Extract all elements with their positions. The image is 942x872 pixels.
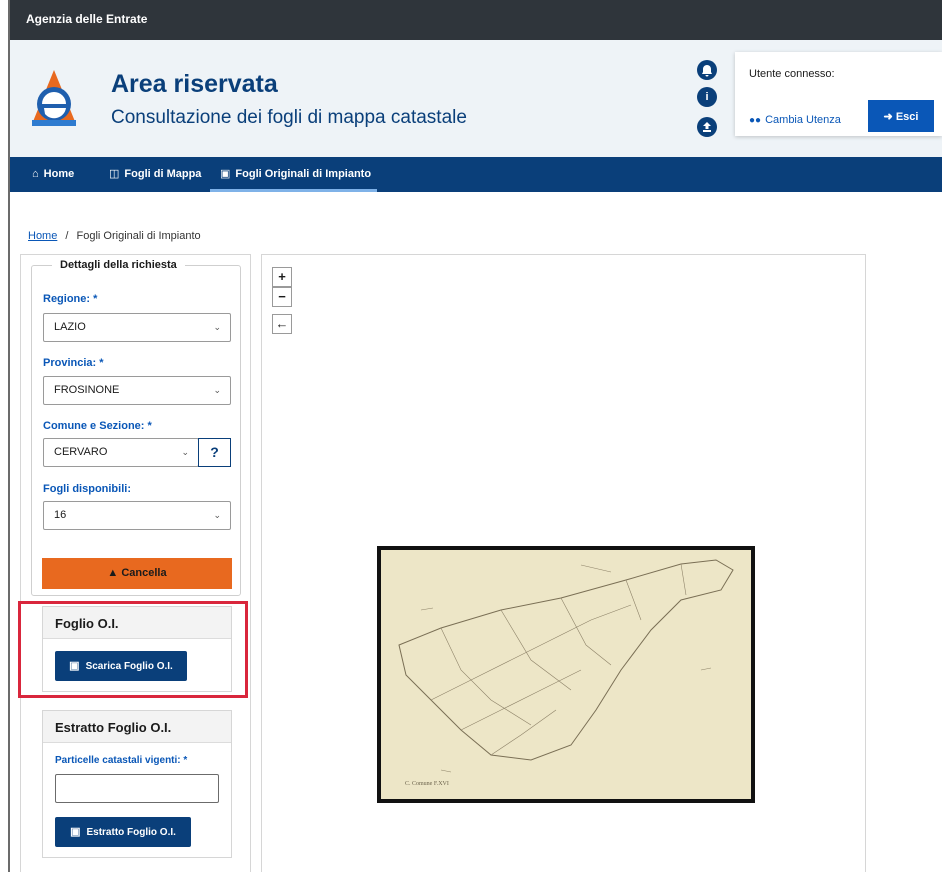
window-frame-left [8,0,10,872]
download-foglio-label: Scarica Foglio O.I. [85,661,173,672]
chevron-down-icon: ⌄ [213,385,221,395]
region-label: Regione: * [43,293,98,305]
request-column: Dettagli della richiesta Regione: * LAZI… [20,254,251,872]
map-parcel-drawing: C. Comune F.XVI [398,559,734,787]
fogli-label: Fogli disponibili: [43,483,131,495]
bell-icon[interactable] [697,60,717,80]
cancel-label: Cancella [121,567,167,579]
users-icon: ●● [749,115,762,126]
request-details-fieldset: Dettagli della richiesta Regione: * LAZI… [31,259,241,596]
estratto-card: Estratto Foglio O.I. Particelle catastal… [42,710,232,858]
request-details-legend: Dettagli della richiesta [52,259,185,271]
info-icon[interactable]: i [697,87,717,107]
image-icon: ▣ [220,168,231,180]
chevron-down-icon: ⌄ [213,322,221,332]
header: Area riservata Consultazione dei fogli d… [10,40,942,157]
comune-select[interactable]: CERVARO ⌄ [43,438,199,467]
map-panel: + − ← C. Comune F.XVI [261,254,866,872]
comune-label: Comune e Sezione: * [43,420,152,432]
brand-label[interactable]: Agenzia delle Entrate [26,12,147,26]
breadcrumb-current: Fogli Originali di Impianto [76,230,201,242]
chevron-down-icon: ⌄ [181,447,189,457]
top-bar: Agenzia delle Entrate [10,0,942,40]
switch-user-label: Cambia Utenza [765,114,841,126]
user-panel: Utente connesso: ●● Cambia Utenza ➜ Esci [735,52,942,136]
breadcrumb: Home / Fogli Originali di Impianto [28,230,201,242]
nav-item-label: Fogli di Mappa [124,168,202,180]
agenzia-logo-icon[interactable] [26,68,82,128]
particelle-input[interactable] [55,774,219,803]
nav-item-home[interactable]: ⌂ Home [32,157,74,192]
particelle-label: Particelle catastali vigenti: * [55,755,188,766]
nav-item-label: Fogli Originali di Impianto [235,168,372,180]
fogli-select[interactable]: 16 ⌄ [43,501,231,530]
cadastral-map-image[interactable]: C. Comune F.XVI [377,546,755,803]
province-value: FROSINONE [54,384,120,396]
nav-item-fogli-originali[interactable]: ▣ Fogli Originali di Impianto [210,157,378,192]
province-select[interactable]: FROSINONE ⌄ [43,376,231,405]
eraser-icon: ▲ [107,567,119,579]
logged-user-label: Utente connesso: [749,68,835,80]
back-arrow-button[interactable]: ← [272,314,292,334]
app-subtitle: Consultazione dei fogli di mappa catasta… [111,107,467,128]
app-title: Area riservata [111,70,278,98]
home-icon: ⌂ [32,168,39,180]
main-nav: ⌂ Home ◫ Fogli di Mappa ▣ Fogli Originali d… [10,157,942,192]
estratto-foglio-button[interactable]: ▣ Estratto Foglio O.I. [55,817,191,847]
breadcrumb-separator: / [65,230,69,242]
map-sheet-caption: C. Comune F.XVI [405,781,449,787]
download-foglio-button[interactable]: ▣ Scarica Foglio O.I. [55,651,187,681]
nav-item-fogli-di-mappa[interactable]: ◫ Fogli di Mappa [109,157,201,192]
map-sheet: C. Comune F.XVI [381,550,751,799]
foglio-card-title: Foglio O.I. [43,607,231,639]
image-icon: ▣ [70,826,81,838]
cancel-button[interactable]: ▲ Cancella [42,558,232,589]
region-select[interactable]: LAZIO ⌄ [43,313,231,342]
logout-button[interactable]: ➜ Esci [868,100,934,132]
columns-icon: ◫ [109,168,120,180]
sign-out-icon: ➜ [883,110,893,123]
province-label: Provincia: * [43,357,104,369]
image-icon: ▣ [69,660,80,672]
breadcrumb-home-link[interactable]: Home [28,230,57,242]
nav-item-label: Home [43,168,75,180]
help-button[interactable]: ? [198,438,231,467]
upload-icon[interactable] [697,117,717,137]
zoom-in-button[interactable]: + [272,267,292,287]
zoom-out-button[interactable]: − [272,287,292,307]
estratto-foglio-label: Estratto Foglio O.I. [86,827,176,838]
chevron-down-icon: ⌄ [213,510,221,520]
comune-value: CERVARO [54,446,108,458]
logout-label: Esci [895,110,919,123]
switch-user-link[interactable]: ●● Cambia Utenza [749,114,841,126]
foglio-card: Foglio O.I. ▣ Scarica Foglio O.I. [42,606,232,692]
estratto-card-title: Estratto Foglio O.I. [43,711,231,743]
region-value: LAZIO [54,321,86,333]
fogli-value: 16 [54,509,67,521]
